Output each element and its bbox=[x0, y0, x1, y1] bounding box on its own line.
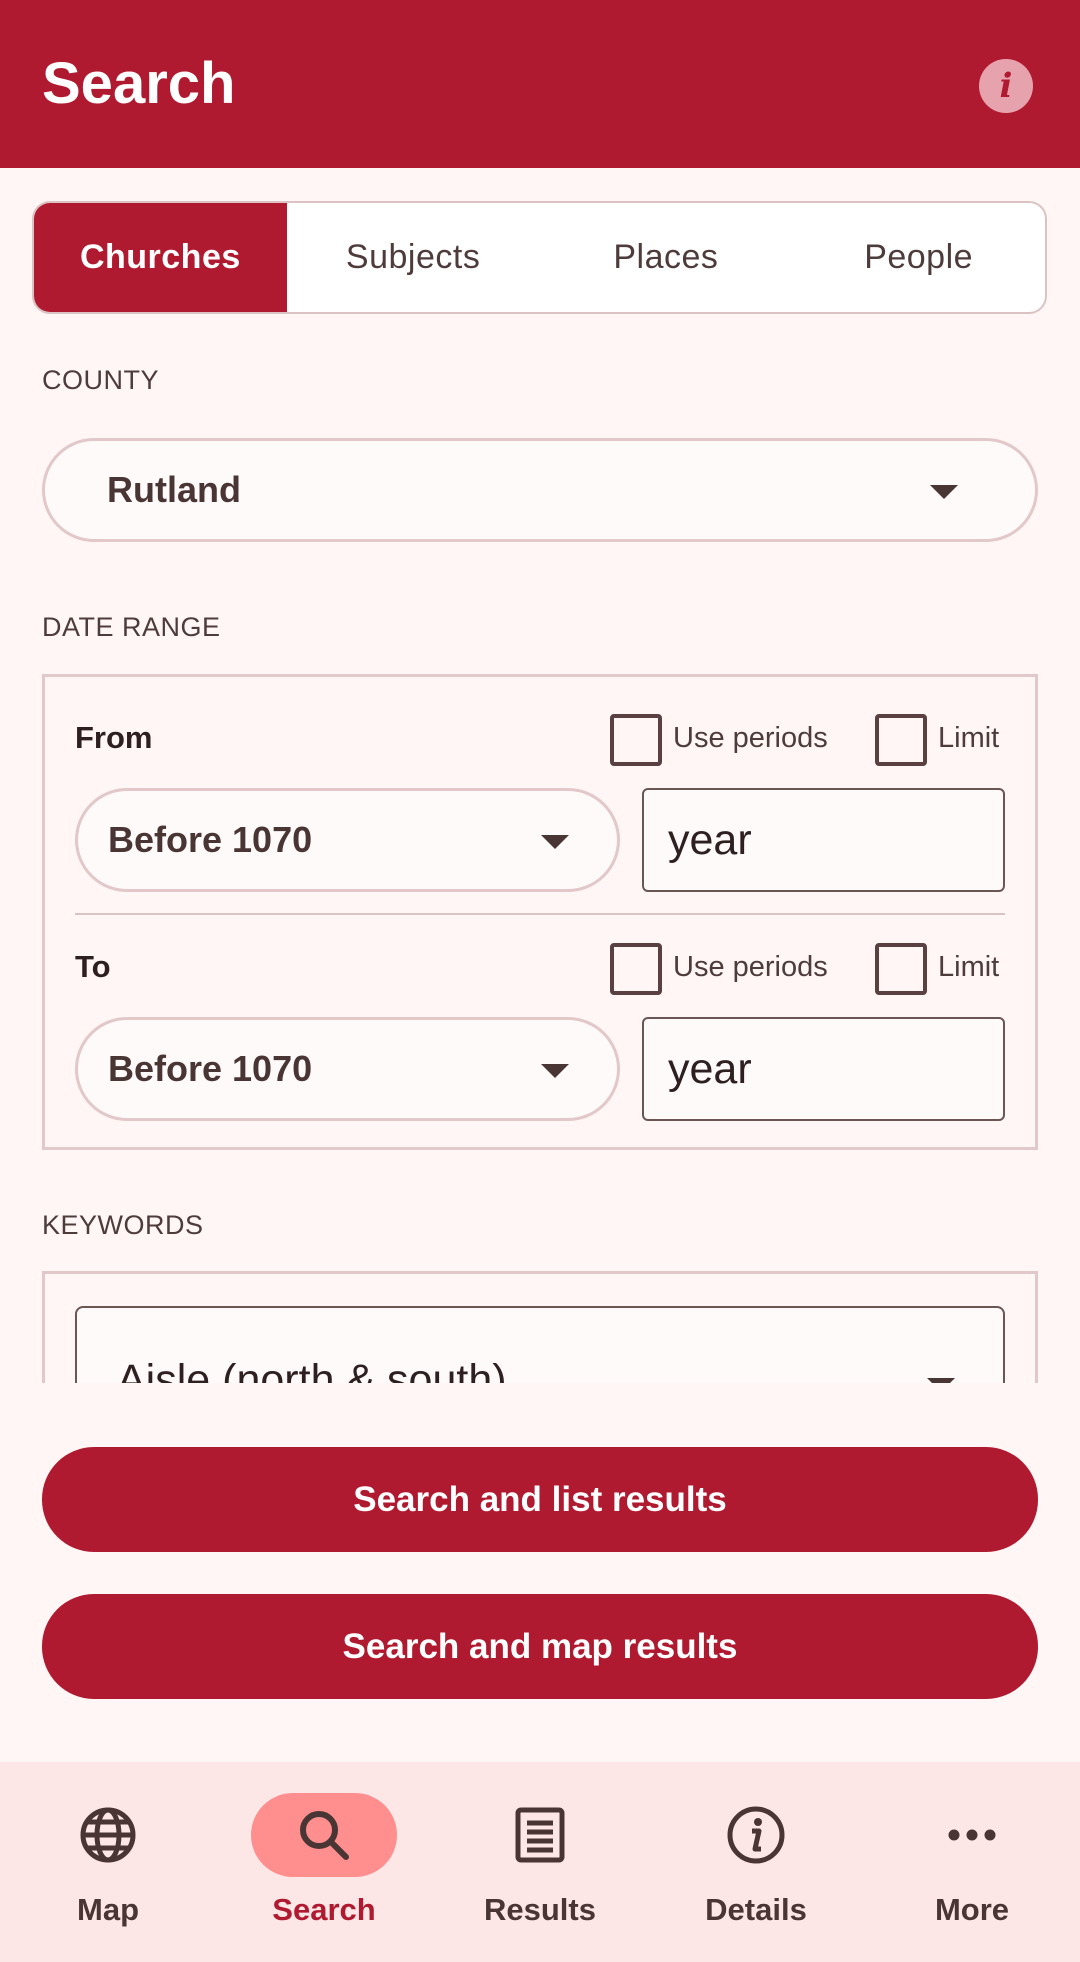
keywords-dropdown[interactable]: Aisle (north & south) bbox=[75, 1306, 1005, 1383]
keywords-scroll-area[interactable]: Aisle (north & south) bbox=[42, 1271, 1038, 1383]
to-period-value: Before 1070 bbox=[108, 1048, 313, 1089]
from-period-value: Before 1070 bbox=[108, 819, 313, 860]
from-label: From bbox=[75, 720, 153, 755]
from-use-periods-label: Use periods bbox=[673, 722, 828, 754]
chevron-down-icon bbox=[930, 485, 958, 499]
date-divider bbox=[75, 913, 1005, 915]
from-limit-label: Limit bbox=[938, 722, 1000, 754]
tab-people[interactable]: People bbox=[792, 203, 1045, 312]
info-icon: i bbox=[999, 66, 1013, 106]
to-limit-label: Limit bbox=[938, 951, 1000, 983]
to-period-dropdown[interactable]: Before 1070 bbox=[75, 1017, 620, 1121]
info-button[interactable]: i bbox=[979, 59, 1033, 113]
to-year-input[interactable]: year bbox=[642, 1017, 1005, 1121]
list-icon bbox=[467, 1793, 613, 1877]
to-label: To bbox=[75, 949, 111, 984]
keywords-label: KEYWORDS bbox=[42, 1210, 204, 1240]
nav-search[interactable]: Search bbox=[216, 1762, 432, 1962]
info-icon bbox=[683, 1793, 829, 1877]
from-period-dropdown[interactable]: Before 1070 bbox=[75, 788, 620, 892]
nav-map-label: Map bbox=[77, 1892, 139, 1927]
app-bar: Search i bbox=[0, 0, 1080, 168]
tab-places[interactable]: Places bbox=[540, 203, 793, 312]
from-year-input[interactable]: year bbox=[642, 788, 1005, 892]
county-label: COUNTY bbox=[42, 365, 159, 395]
nav-results-label: Results bbox=[484, 1892, 596, 1927]
from-use-periods-checkbox[interactable] bbox=[610, 714, 662, 766]
search-list-button[interactable]: Search and list results bbox=[42, 1447, 1038, 1552]
tab-churches[interactable]: Churches bbox=[34, 203, 287, 312]
nav-details[interactable]: Details bbox=[648, 1762, 864, 1962]
nav-details-label: Details bbox=[705, 1892, 807, 1927]
more-icon bbox=[899, 1793, 1045, 1877]
chevron-down-icon bbox=[541, 1064, 569, 1078]
nav-more-label: More bbox=[934, 1892, 1010, 1927]
globe-icon bbox=[35, 1793, 181, 1877]
bottom-navigation: Map Search Results Details More bbox=[0, 1762, 1080, 1962]
nav-results[interactable]: Results bbox=[432, 1762, 648, 1962]
date-range-label: DATE RANGE bbox=[42, 612, 221, 642]
nav-more[interactable]: More bbox=[864, 1762, 1080, 1962]
search-icon bbox=[251, 1793, 397, 1877]
chevron-down-icon bbox=[927, 1378, 955, 1383]
search-map-button[interactable]: Search and map results bbox=[42, 1594, 1038, 1699]
search-screen: Search i Churches Subjects Places People… bbox=[0, 0, 1080, 1962]
nav-map[interactable]: Map bbox=[0, 1762, 216, 1962]
county-value: Rutland bbox=[107, 469, 241, 510]
from-limit-checkbox[interactable] bbox=[875, 714, 927, 766]
nav-search-label: Search bbox=[272, 1892, 376, 1927]
to-use-periods-label: Use periods bbox=[673, 951, 828, 983]
keywords-value: Aisle (north & south) bbox=[117, 1356, 507, 1383]
page-title: Search bbox=[42, 51, 236, 116]
tab-subjects[interactable]: Subjects bbox=[287, 203, 540, 312]
county-dropdown[interactable]: Rutland bbox=[42, 438, 1038, 542]
search-type-tabs: Churches Subjects Places People bbox=[32, 201, 1047, 314]
date-range-box: From Use periods Limit Before 1070 year … bbox=[42, 674, 1038, 1150]
chevron-down-icon bbox=[541, 835, 569, 849]
keywords-box: Aisle (north & south) bbox=[42, 1271, 1038, 1383]
to-use-periods-checkbox[interactable] bbox=[610, 943, 662, 995]
to-limit-checkbox[interactable] bbox=[875, 943, 927, 995]
